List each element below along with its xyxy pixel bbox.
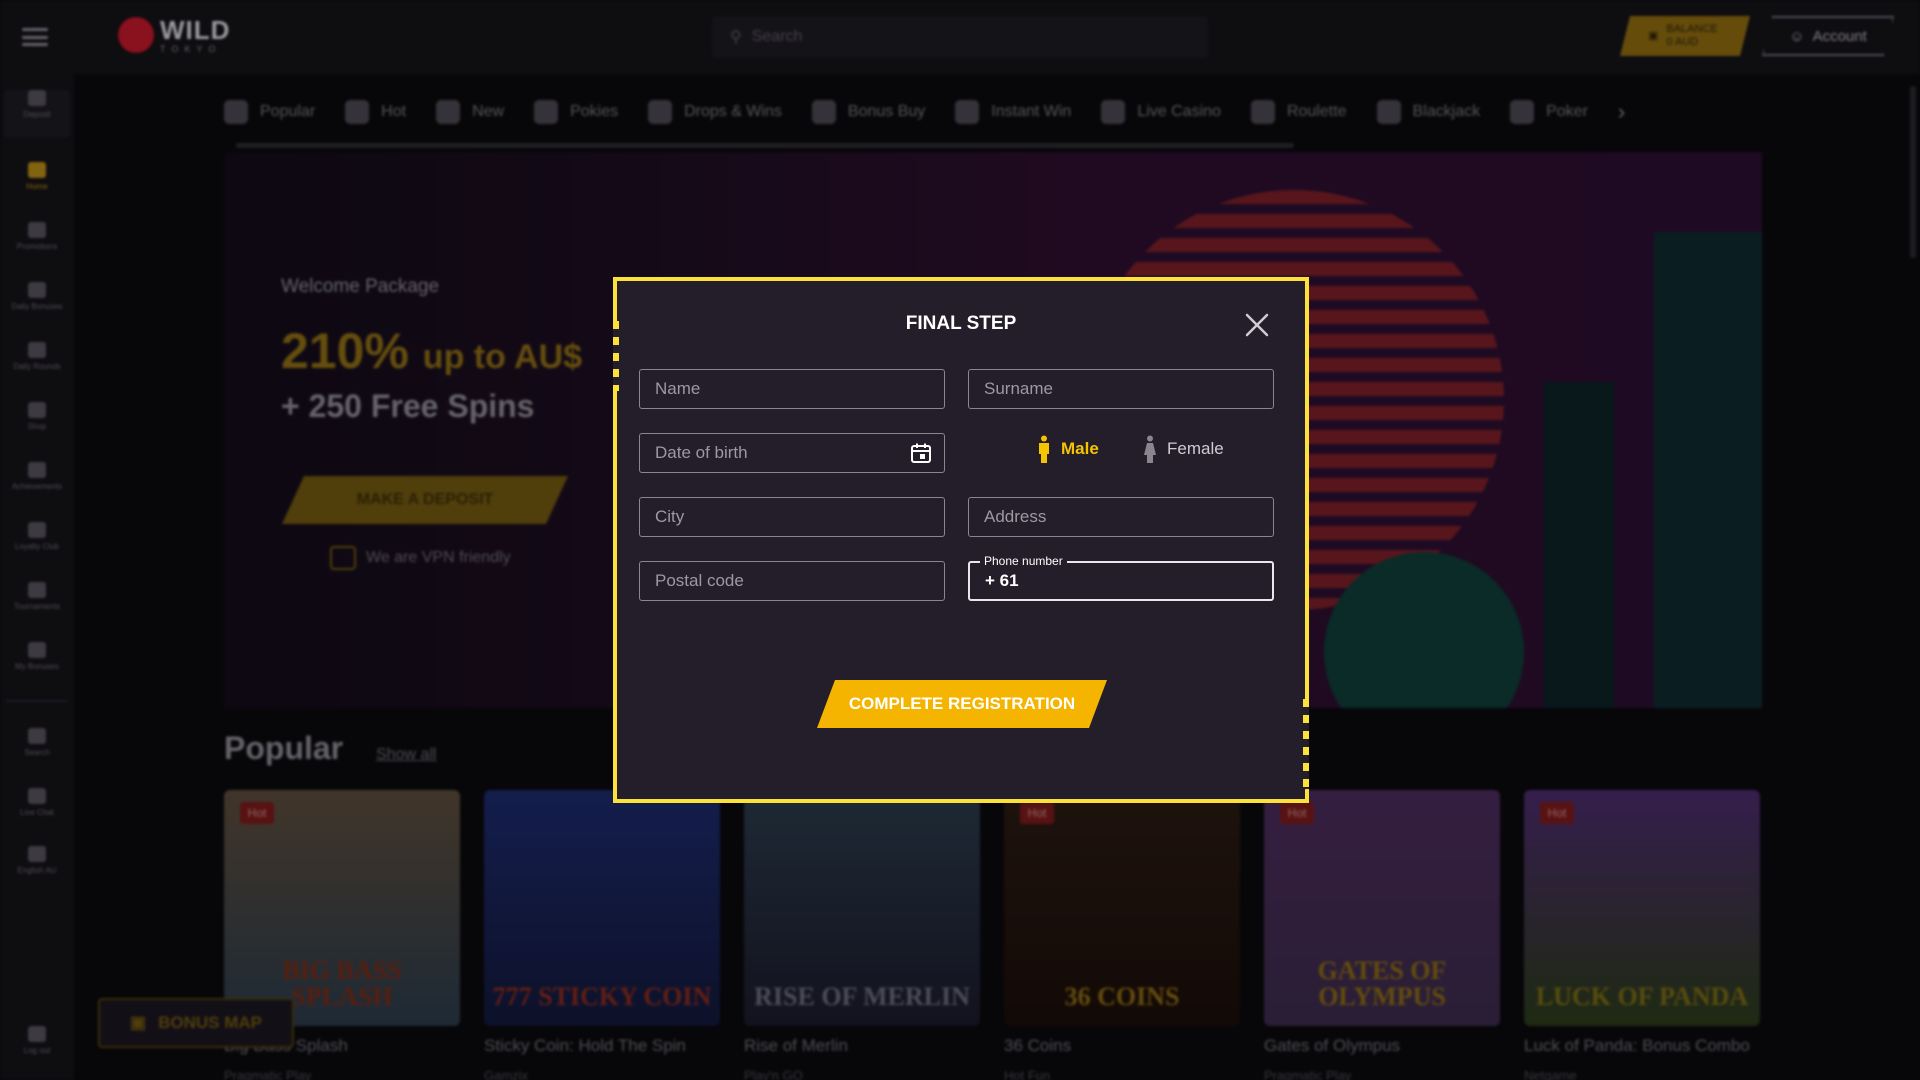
name-field[interactable] (639, 369, 945, 409)
complete-registration-button[interactable]: COMPLETE REGISTRATION (817, 680, 1107, 728)
surname-input[interactable] (984, 370, 1273, 408)
postal-code-field[interactable] (639, 561, 945, 601)
phone-prefix: + 61 (985, 571, 1019, 590)
city-field[interactable] (639, 497, 945, 537)
gender-female-option[interactable]: Female (1143, 435, 1224, 463)
male-icon (1039, 435, 1049, 463)
gender-female-label: Female (1167, 439, 1224, 458)
gender-male-option[interactable]: Male (1037, 435, 1099, 463)
date-of-birth-input[interactable] (655, 434, 944, 472)
surname-field[interactable] (968, 369, 1274, 409)
modal-title: FINAL STEP (905, 313, 1017, 334)
address-field[interactable] (968, 497, 1274, 537)
gender-male-label: Male (1061, 439, 1099, 458)
postal-code-input[interactable] (655, 562, 944, 600)
city-input[interactable] (655, 498, 944, 536)
address-input[interactable] (984, 498, 1273, 536)
calendar-icon[interactable] (910, 442, 932, 464)
name-input[interactable] (655, 370, 944, 408)
female-icon (1144, 435, 1156, 463)
phone-number-field[interactable]: Phone number + 61 (968, 553, 1274, 601)
close-icon[interactable] (1243, 311, 1271, 339)
date-of-birth-field[interactable] (639, 433, 945, 473)
final-step-modal: FINAL STEP Male Female (613, 277, 1309, 803)
phone-number-label: Phone number (980, 553, 1067, 569)
hazard-stripe (1303, 699, 1309, 789)
